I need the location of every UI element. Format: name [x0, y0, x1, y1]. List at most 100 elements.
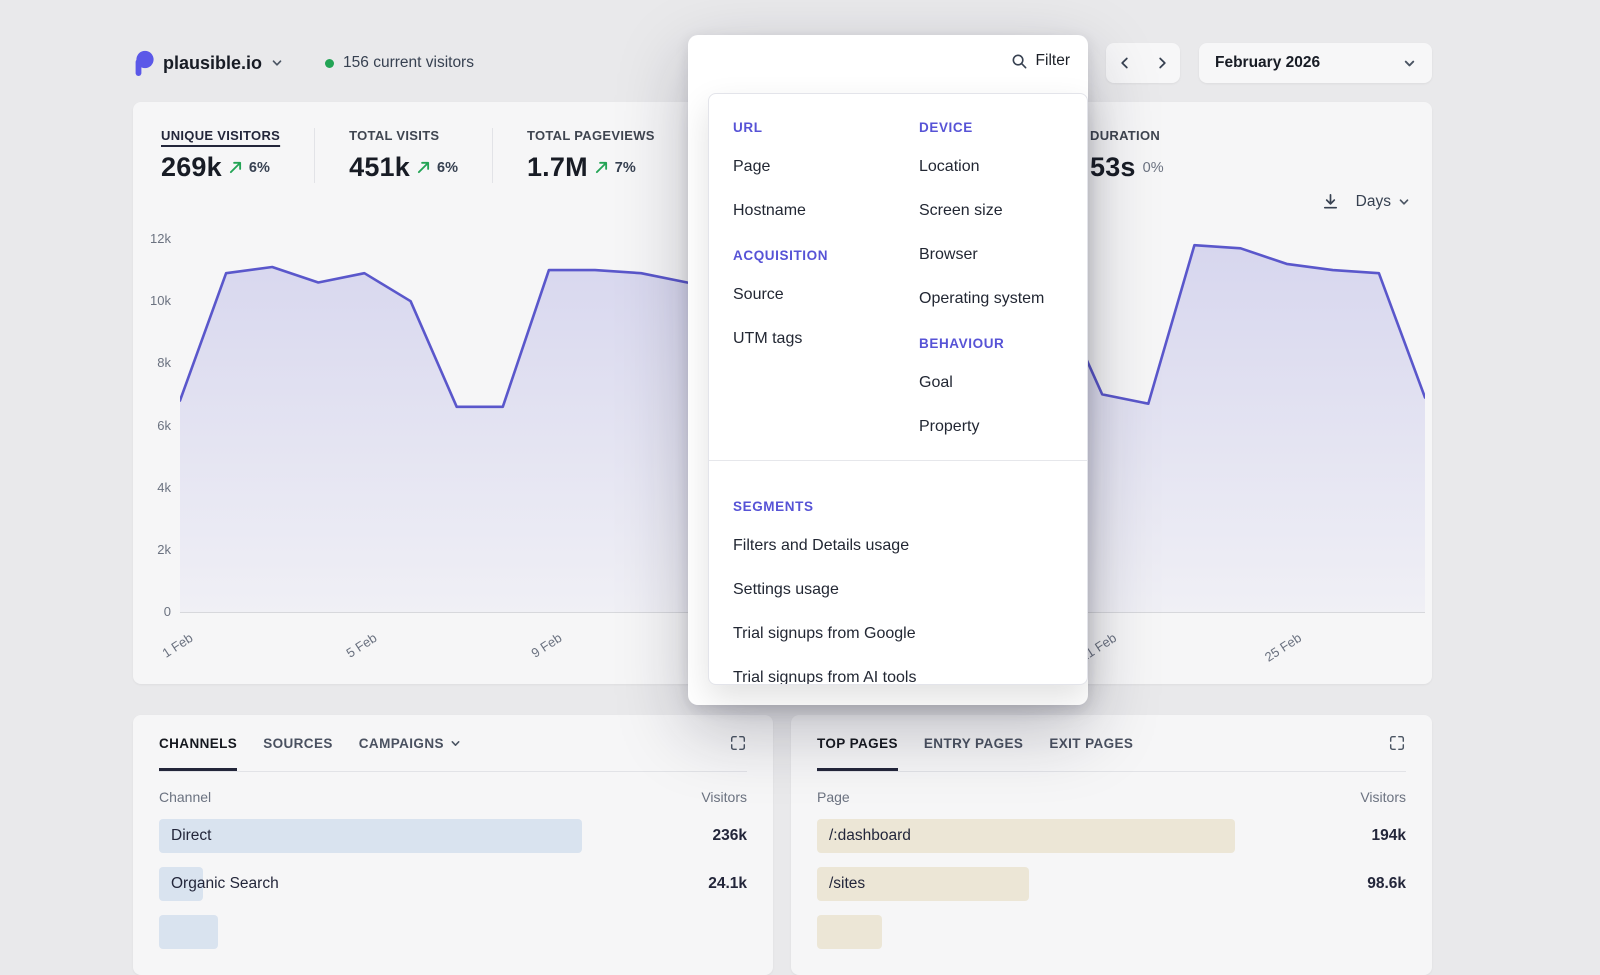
chart-y-axis: 02k4k6k8k10k12k — [133, 239, 171, 612]
segments-items: Filters and Details usageSettings usageT… — [733, 523, 1063, 685]
pages-tabs-row: TOP PAGES ENTRY PAGES EXIT PAGES — [817, 715, 1406, 772]
row-label: /:dashboard — [817, 827, 911, 845]
header-right: February 2026 — [1106, 43, 1432, 83]
y-axis-label: 6k — [157, 418, 171, 433]
column-label: Page — [817, 789, 850, 805]
expand-button[interactable] — [729, 715, 747, 771]
filter-item-utm-tags[interactable]: UTM tags — [733, 316, 919, 360]
segment-item-settings-usage[interactable]: Settings usage — [733, 567, 1063, 611]
tab-top-pages[interactable]: TOP PAGES — [817, 715, 898, 771]
metric-value: 53s — [1090, 152, 1136, 183]
x-axis-label: 9 Feb — [528, 630, 564, 661]
tab-campaigns[interactable]: CAMPAIGNS — [359, 715, 461, 771]
channels-rows: Direct236k Organic Search 24.1k — [159, 814, 747, 954]
site-name: plausible.io — [163, 53, 262, 74]
filter-button[interactable]: Filter — [1005, 51, 1076, 71]
metric-label: TOTAL VISITS — [349, 128, 458, 143]
metric-value: 1.7M — [527, 152, 588, 183]
table-row-organic-search[interactable]: Organic Search 24.1k — [159, 862, 747, 906]
metric-total-visits[interactable]: TOTAL VISITS451k6% — [349, 128, 493, 183]
filter-item-screen-size[interactable]: Screen size — [919, 188, 1063, 232]
filter-item-location[interactable]: Location — [919, 144, 1063, 188]
tab-sources[interactable]: SOURCES — [263, 715, 333, 771]
filter-item-browser[interactable]: Browser — [919, 232, 1063, 276]
metric-total-pageviews[interactable]: TOTAL PAGEVIEWS 1.7M 7% — [527, 128, 689, 183]
tab-entry-pages[interactable]: ENTRY PAGES — [924, 715, 1023, 771]
filter-section-title: SEGMENTS — [733, 497, 1063, 517]
metric-change: 6% — [249, 160, 270, 176]
tab-exit-pages[interactable]: EXIT PAGES — [1049, 715, 1133, 771]
metric-change: 0% — [1143, 160, 1164, 176]
y-axis-label: 0 — [164, 604, 171, 619]
current-visitors[interactable]: 156 current visitors — [325, 54, 474, 72]
segment-item-trial-signups-from-ai-tools[interactable]: Trial signups from AI tools — [733, 655, 1063, 685]
expand-icon — [1388, 734, 1406, 752]
chevron-left-icon — [1118, 56, 1132, 70]
site-selector[interactable]: plausible.io — [133, 50, 283, 76]
segment-item-filters-and-details-usage[interactable]: Filters and Details usage — [733, 523, 1063, 567]
segment-item-trial-signups-from-google[interactable]: Trial signups from Google — [733, 611, 1063, 655]
chevron-down-icon — [271, 57, 283, 69]
chevron-down-icon — [1403, 57, 1416, 70]
pages-tabs: TOP PAGES ENTRY PAGES EXIT PAGES — [817, 715, 1133, 771]
interval-dropdown[interactable]: Days — [1356, 193, 1410, 211]
expand-icon — [729, 734, 747, 752]
segments-section: SEGMENTS Filters and Details usageSettin… — [733, 461, 1063, 685]
row-label: Organic Search — [159, 875, 279, 893]
x-axis-label: 1 Feb — [159, 630, 195, 661]
filter-item-page[interactable]: Page — [733, 144, 919, 188]
row-value: 24.1k — [708, 875, 747, 893]
column-value: Visitors — [1360, 789, 1406, 805]
chevron-right-icon — [1155, 56, 1169, 70]
chevron-down-icon — [450, 738, 461, 749]
expand-button[interactable] — [1388, 715, 1406, 771]
chart-toolbar: Days — [1321, 192, 1410, 211]
filter-column-2: DEVICELocationScreen sizeBrowserOperatin… — [919, 118, 1063, 448]
x-axis-label: 5 Feb — [344, 630, 380, 661]
row-label: Direct — [159, 827, 211, 845]
search-icon — [1011, 53, 1028, 70]
channels-card: CHANNELS SOURCES CAMPAIGNS Channel Visitor… — [133, 715, 773, 975]
date-range-picker[interactable]: February 2026 — [1199, 43, 1432, 83]
trend-up-icon — [417, 161, 430, 174]
metric-visit-duration[interactable]: DURATION 53s 0% — [1090, 128, 1164, 183]
filter-section-title: URL — [733, 118, 919, 138]
y-axis-label: 2k — [157, 542, 171, 557]
pages-rows: /:dashboard 194k/sites98.6k — [817, 814, 1406, 954]
table-row[interactable] — [817, 910, 1406, 954]
tab-channels[interactable]: CHANNELS — [159, 715, 237, 771]
metric-change: 6% — [437, 160, 458, 176]
metric-unique-visitors[interactable]: UNIQUE VISITORS269k6% — [161, 128, 315, 183]
interval-label: Days — [1356, 193, 1391, 211]
pages-card: TOP PAGES ENTRY PAGES EXIT PAGES Page Visi… — [791, 715, 1432, 975]
column-value: Visitors — [701, 789, 747, 805]
metric-label: TOTAL PAGEVIEWS — [527, 128, 655, 143]
table-row-dashboard[interactable]: /:dashboard 194k — [817, 814, 1406, 858]
period-nav — [1106, 43, 1180, 83]
row-bar — [159, 819, 582, 853]
filter-item-goal[interactable]: Goal — [919, 360, 1063, 404]
metric-change: 7% — [615, 160, 636, 176]
plausible-logo — [133, 50, 154, 76]
filter-section-title: BEHAVIOUR — [919, 334, 1063, 354]
prev-period-button[interactable] — [1106, 43, 1143, 83]
table-row[interactable] — [159, 910, 747, 954]
row-value: 98.6k — [1367, 875, 1406, 893]
channels-tabs-row: CHANNELS SOURCES CAMPAIGNS — [159, 715, 747, 772]
row-bar — [817, 915, 882, 949]
column-label: Channel — [159, 789, 211, 805]
table-row-direct[interactable]: Direct236k — [159, 814, 747, 858]
download-icon — [1321, 192, 1340, 211]
filter-column-1: URLPageHostnameACQUISITIONSourceUTM tags — [733, 118, 919, 448]
table-row-sites[interactable]: /sites98.6k — [817, 862, 1406, 906]
download-button[interactable] — [1321, 192, 1340, 211]
row-value: 194k — [1372, 827, 1406, 845]
filter-item-property[interactable]: Property — [919, 404, 1063, 448]
y-axis-label: 8k — [157, 355, 171, 370]
row-bar — [159, 915, 218, 949]
filter-item-operating-system[interactable]: Operating system — [919, 276, 1063, 320]
next-period-button[interactable] — [1143, 43, 1180, 83]
filter-item-hostname[interactable]: Hostname — [733, 188, 919, 232]
metric-label: UNIQUE VISITORS — [161, 128, 280, 143]
filter-item-source[interactable]: Source — [733, 272, 919, 316]
